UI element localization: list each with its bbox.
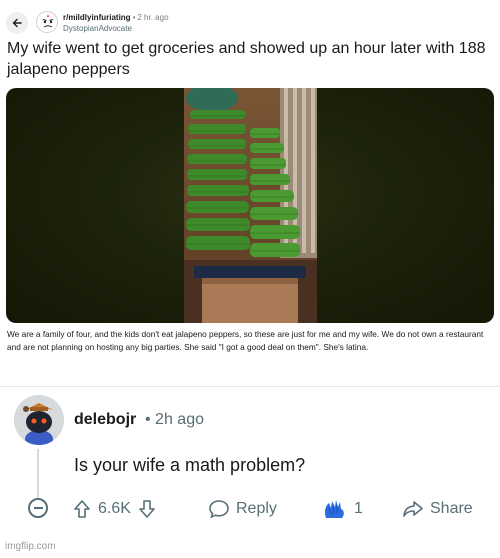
post-meta: r/mildlyinfuriating • 2 hr. ago DystopianA… — [63, 12, 169, 34]
reply-button[interactable]: Reply — [208, 499, 277, 519]
collapse-button[interactable] — [28, 498, 48, 518]
watermark: imgflip.com — [5, 541, 56, 552]
post-image[interactable] — [6, 88, 494, 323]
reply-label: Reply — [236, 500, 277, 517]
post-time: 2 hr. ago — [137, 13, 169, 22]
comment-text: Is your wife a math problem? — [74, 455, 306, 475]
post-body: We are a family of four, and the kids do… — [7, 329, 484, 352]
meta-separator: • — [132, 13, 136, 22]
snoo-avatar-icon — [14, 395, 64, 445]
post-card: r/mildlyinfuriating • 2 hr. ago DystopianA… — [0, 0, 500, 386]
arrow-up-icon[interactable] — [72, 499, 92, 519]
comment-actions: 6.6K Reply 1 Share — [0, 494, 500, 524]
post-username[interactable]: DystopianAdvocate — [63, 23, 169, 34]
comment-username[interactable]: delebojr — [74, 411, 136, 429]
comment-time: • 2h ago — [145, 411, 204, 428]
minus-circle-icon — [33, 507, 43, 509]
comment-time-value: 2h ago — [155, 411, 204, 428]
vote-controls: 6.6K — [72, 499, 157, 519]
arrow-left-icon — [12, 18, 22, 28]
vote-count: 6.6K — [98, 500, 131, 517]
back-button[interactable] — [6, 12, 28, 34]
subreddit-avatar[interactable] — [36, 11, 58, 33]
arrow-down-icon[interactable] — [137, 499, 157, 519]
hand-award-icon — [325, 500, 344, 518]
share-arrow-icon — [403, 501, 423, 517]
share-label: Share — [430, 500, 473, 517]
share-button[interactable]: Share — [402, 499, 473, 519]
jalapeno-photo-drawing — [184, 88, 317, 323]
post-title[interactable]: My wife went to get groceries and showed… — [7, 38, 493, 80]
award-count: 1 — [354, 500, 363, 517]
avatar[interactable] — [14, 395, 64, 445]
jalapeno-photo — [184, 88, 317, 323]
speech-bubble-icon — [209, 500, 229, 519]
subreddit-name[interactable]: r/mildlyinfuriating — [63, 13, 131, 22]
award-button[interactable]: 1 — [322, 498, 363, 520]
frustrated-face-icon — [38, 13, 57, 32]
comment: delebojr • 2h ago Is your wife a math pr… — [0, 386, 500, 538]
